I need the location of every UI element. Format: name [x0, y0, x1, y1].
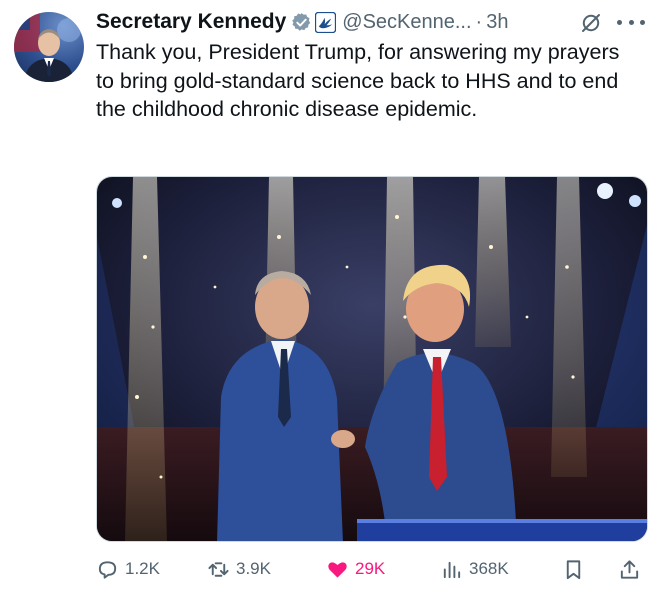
like-button[interactable]: 29K [326, 553, 385, 585]
avatar[interactable] [14, 12, 84, 82]
author-handle[interactable]: @SecKenne... [342, 11, 471, 34]
reply-button[interactable]: 1.2K [96, 553, 160, 585]
repost-count: 3.9K [236, 559, 271, 578]
more-icon[interactable] [617, 10, 645, 34]
bookmark-icon [566, 559, 581, 579]
tweet-text: Thank you, President Trump, for answerin… [96, 40, 620, 121]
verified-badge-icon [291, 12, 312, 33]
views-button[interactable]: 368K [440, 553, 509, 585]
repost-button[interactable]: 3.9K [207, 553, 271, 585]
reply-icon [98, 560, 117, 579]
share-button[interactable] [618, 553, 641, 585]
like-count: 29K [355, 559, 386, 578]
heart-icon [328, 561, 347, 578]
tweet-header: Secretary Kennedy @SecKenne... · 3h [96, 8, 508, 36]
share-icon [620, 559, 639, 579]
hhs-eagle-icon[interactable] [315, 11, 337, 33]
separator-dot: · [475, 10, 483, 33]
action-bar: 1.2K 3.9K 29K 368K [96, 553, 648, 585]
reply-count: 1.2K [125, 559, 160, 578]
tweet-photo[interactable] [96, 176, 648, 542]
views-icon [443, 561, 461, 578]
repost-icon [208, 561, 229, 577]
author-name[interactable]: Secretary Kennedy [96, 10, 286, 34]
grok-icon[interactable] [580, 12, 602, 34]
post-timestamp[interactable]: 3h [486, 11, 508, 34]
bookmark-button[interactable] [562, 553, 585, 585]
views-count: 368K [469, 559, 509, 578]
